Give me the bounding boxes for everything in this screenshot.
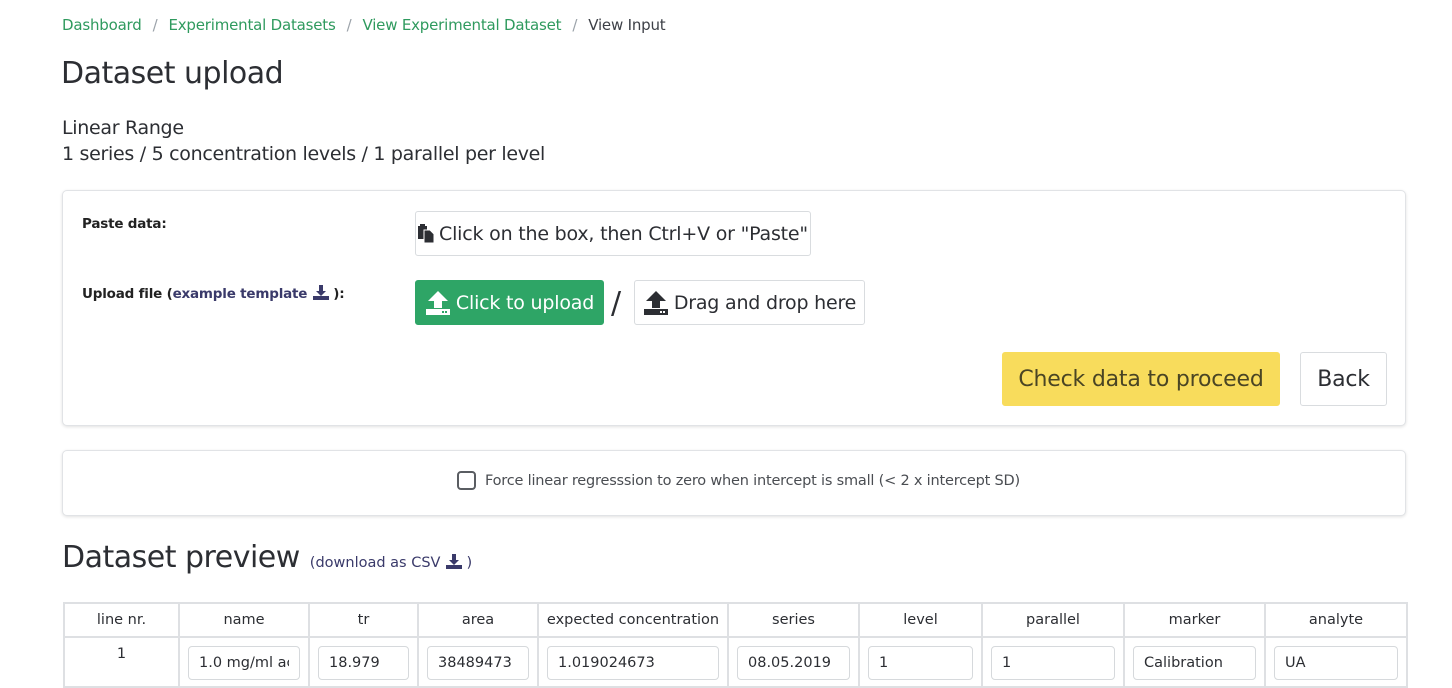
column-header: area xyxy=(417,602,539,638)
name-input[interactable] xyxy=(188,646,300,680)
page-description: 1 series / 5 concentration levels / 1 pa… xyxy=(62,143,546,165)
drag-drop-text: Drag and drop here xyxy=(673,291,857,314)
column-header: tr xyxy=(308,602,419,638)
options-card: Force linear regresssion to zero when in… xyxy=(62,450,1406,516)
force-zero-label: Force linear regresssion to zero when in… xyxy=(485,472,1020,489)
column-header: expected concentration xyxy=(537,602,729,638)
force-zero-checkbox[interactable] xyxy=(457,471,476,490)
breadcrumb-separator: / xyxy=(152,16,158,34)
paste-data-text: Click on the box, then Ctrl+V or "Paste" xyxy=(439,222,808,245)
series-input[interactable] xyxy=(737,646,850,680)
area-input[interactable] xyxy=(427,646,529,680)
preview-title: Dataset preview xyxy=(62,540,300,575)
upload-card: Paste data: Click on the box, then Ctrl+… xyxy=(62,190,1406,426)
upload-separator: / xyxy=(611,286,622,321)
back-button[interactable]: Back xyxy=(1300,352,1387,406)
table-header-row: line nr. name tr area expected concentra… xyxy=(63,602,1408,638)
click-to-upload-button[interactable]: Click to upload xyxy=(415,280,604,325)
upload-icon xyxy=(425,290,450,315)
upload-file-label: Upload file (example template): xyxy=(82,285,345,302)
download-csv-link[interactable]: (download as CSV) xyxy=(310,554,472,571)
paste-data-label: Paste data: xyxy=(82,216,167,232)
line-number: 1 xyxy=(63,636,180,688)
preview-table: line nr. name tr area expected concentra… xyxy=(63,602,1408,688)
check-data-button[interactable]: Check data to proceed xyxy=(1002,352,1280,406)
page-title: Dataset upload xyxy=(61,56,284,91)
column-header: series xyxy=(727,602,860,638)
preview-header: Dataset preview (download as CSV) xyxy=(62,540,472,575)
paste-icon xyxy=(418,224,435,243)
breadcrumb-separator: / xyxy=(346,16,352,34)
paste-data-box[interactable]: Click on the box, then Ctrl+V or "Paste" xyxy=(415,211,811,256)
click-to-upload-text: Click to upload xyxy=(455,291,595,314)
breadcrumb-separator: / xyxy=(572,16,578,34)
column-header: marker xyxy=(1123,602,1266,638)
expected-concentration-input[interactable] xyxy=(547,646,719,680)
marker-input[interactable] xyxy=(1133,646,1256,680)
tr-input[interactable] xyxy=(318,646,409,680)
example-template-link[interactable]: example template xyxy=(173,285,334,302)
column-header: level xyxy=(858,602,983,638)
table-row: 1 xyxy=(63,636,1408,688)
drag-drop-zone[interactable]: Drag and drop here xyxy=(634,280,865,325)
breadcrumb-current: View Input xyxy=(588,16,666,34)
column-header: name xyxy=(178,602,310,638)
download-icon xyxy=(446,554,463,569)
download-icon xyxy=(313,285,330,300)
page-subtitle: Linear Range xyxy=(62,117,184,139)
breadcrumb-experimental-datasets[interactable]: Experimental Datasets xyxy=(168,15,335,35)
parallel-input[interactable] xyxy=(991,646,1115,680)
force-zero-option[interactable]: Force linear regresssion to zero when in… xyxy=(457,471,1020,490)
breadcrumb-view-experimental-dataset[interactable]: View Experimental Dataset xyxy=(362,15,561,35)
upload-icon xyxy=(643,290,668,315)
analyte-input[interactable] xyxy=(1274,646,1398,680)
level-input[interactable] xyxy=(868,646,973,680)
column-header: parallel xyxy=(981,602,1125,638)
breadcrumb-dashboard[interactable]: Dashboard xyxy=(62,15,142,35)
column-header: line nr. xyxy=(63,602,180,638)
column-header: analyte xyxy=(1264,602,1408,638)
breadcrumb: Dashboard / Experimental Datasets / View… xyxy=(62,15,666,35)
